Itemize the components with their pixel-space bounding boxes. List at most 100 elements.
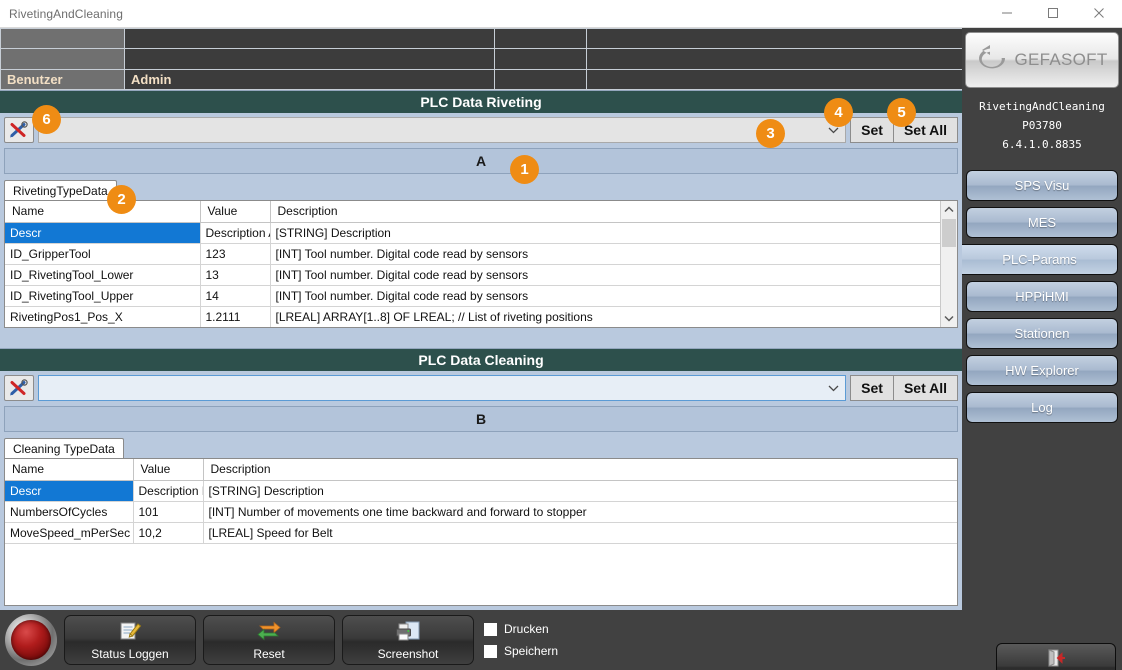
column-header-description[interactable]: Description: [203, 459, 957, 481]
speichern-checkbox-row[interactable]: Speichern: [484, 644, 558, 658]
info-cell: [0, 27, 125, 50]
column-header-value[interactable]: Value: [133, 459, 204, 481]
tools-wrench-screwdriver-icon[interactable]: [4, 117, 34, 143]
riveting-set-button[interactable]: Set: [850, 117, 893, 143]
table-row[interactable]: ID_RivetingTool_Upper 14 [INT] Tool numb…: [5, 285, 940, 307]
table-row[interactable]: MoveSpeed_mPerSec 10,2 [LREAL] Speed for…: [5, 522, 957, 544]
cleaning-control-row: Set Set All: [4, 374, 958, 402]
cell-name: ID_RivetingTool_Lower: [5, 264, 201, 286]
app-version-block: RivetingAndCleaning P03780 6.4.1.0.8835: [962, 97, 1122, 154]
work-area: Benutzer Admin PLC Data Riveting Set Set…: [0, 27, 963, 610]
logout-button[interactable]: Abmelden: [996, 643, 1116, 670]
cell-value[interactable]: 14: [200, 285, 271, 307]
cell-description: [STRING] Description: [203, 480, 957, 502]
riveting-panel-title: PLC Data Riveting: [0, 90, 962, 113]
status-loggen-button[interactable]: Status Loggen: [64, 615, 196, 665]
riveting-control-row: Set Set All: [4, 116, 958, 144]
info-cell: [586, 48, 963, 70]
column-header-value[interactable]: Value: [200, 201, 271, 223]
sidebar-item-hppihmi[interactable]: HPPiHMI: [966, 281, 1118, 312]
table-row[interactable]: NumbersOfCycles 101 [INT] Number of move…: [5, 501, 957, 523]
cell-value[interactable]: 10,2: [133, 522, 204, 544]
sidebar-item-log[interactable]: Log: [966, 392, 1118, 423]
emergency-stop-indicator[interactable]: [5, 614, 57, 666]
info-cell: [494, 68, 587, 91]
logout-door-arrow-icon: [1043, 648, 1069, 670]
tools-wrench-screwdriver-icon[interactable]: [4, 375, 34, 401]
speichern-checkbox[interactable]: [484, 644, 497, 658]
riveting-tabstrip: RivetingTypeData: [4, 180, 958, 200]
cell-name: Descr: [5, 222, 201, 244]
cell-value[interactable]: Description B: [133, 480, 204, 502]
title-bar: RivetingAndCleaning: [0, 0, 1122, 28]
tab-riveting-type-data[interactable]: RivetingTypeData: [4, 180, 117, 200]
cleaning-set-all-button[interactable]: Set All: [892, 375, 958, 401]
gefasoft-circular-arrow-icon: [976, 43, 1010, 78]
user-label: Benutzer: [0, 68, 125, 91]
sidebar-item-sps-visu[interactable]: SPS Visu: [966, 170, 1118, 201]
info-cell: [586, 68, 963, 91]
cell-description: [LREAL] Speed for Belt: [203, 522, 957, 544]
cleaning-select[interactable]: [38, 375, 847, 401]
cell-name: ID_GripperTool: [5, 243, 201, 265]
cleaning-type-indicator: B: [4, 406, 958, 432]
cell-description: [INT] Tool number. Digital code read by …: [270, 243, 940, 265]
cell-value[interactable]: Description A: [200, 222, 271, 244]
table-row[interactable]: ID_RivetingTool_Lower 13 [INT] Tool numb…: [5, 264, 940, 286]
cell-description: [STRING] Description: [270, 222, 940, 244]
column-header-name[interactable]: Name: [5, 459, 134, 481]
drucken-checkbox[interactable]: [484, 622, 497, 636]
close-icon[interactable]: [1076, 0, 1122, 27]
screenshot-label: Screenshot: [377, 646, 439, 661]
table-row[interactable]: RivetingPos1_Pos_X 1.2111 [LREAL] ARRAY[…: [5, 306, 940, 327]
riveting-grid-scrollbar[interactable]: [940, 201, 957, 327]
bottom-checkbox-group: Drucken Speichern: [484, 622, 558, 658]
riveting-select[interactable]: [38, 117, 847, 143]
column-header-name[interactable]: Name: [5, 201, 201, 223]
cell-value[interactable]: 123: [200, 243, 271, 265]
refresh-arrows-icon: [256, 620, 282, 645]
riveting-panel: PLC Data Riveting Set Set All A Riveting…: [0, 90, 962, 328]
cell-description: [INT] Tool number. Digital code read by …: [270, 264, 940, 286]
reset-button[interactable]: Reset: [203, 615, 335, 665]
info-cell: [586, 27, 963, 50]
cell-value[interactable]: 13: [200, 264, 271, 286]
table-row[interactable]: ID_GripperTool 123 [INT] Tool number. Di…: [5, 243, 940, 265]
cleaning-set-button[interactable]: Set: [850, 375, 893, 401]
table-row[interactable]: Descr Description A [STRING] Description: [5, 222, 940, 244]
minimize-icon[interactable]: [984, 0, 1030, 27]
table-row[interactable]: Descr Description B [STRING] Description: [5, 480, 957, 502]
screenshot-button[interactable]: Screenshot: [342, 615, 474, 665]
cleaning-tabstrip: Cleaning TypeData: [4, 438, 958, 458]
scroll-down-icon[interactable]: [941, 310, 957, 327]
annotation-badge-2: 2: [107, 185, 136, 214]
bottom-toolbar: Status Loggen Reset Screenshot Drucken S…: [0, 610, 962, 670]
sidebar-item-mes[interactable]: MES: [966, 207, 1118, 238]
annotation-badge-6: 6: [32, 105, 61, 134]
notepad-pencil-icon: [117, 620, 143, 645]
status-loggen-label: Status Loggen: [91, 646, 169, 661]
drucken-checkbox-row[interactable]: Drucken: [484, 622, 558, 636]
riveting-panel-body: Set Set All A RivetingTypeData Name Valu…: [0, 113, 962, 328]
maximize-icon[interactable]: [1030, 0, 1076, 27]
cell-value[interactable]: 1.2111: [200, 306, 271, 327]
cleaning-grid: Name Value Description Descr Description…: [4, 458, 958, 606]
cleaning-grid-body: Name Value Description Descr Description…: [5, 459, 957, 544]
sidebar-item-stationen[interactable]: Stationen: [966, 318, 1118, 349]
sidebar-item-hw-explorer[interactable]: HW Explorer: [966, 355, 1118, 386]
column-header-description[interactable]: Description: [270, 201, 940, 223]
table-header-row: Name Value Description: [5, 459, 957, 481]
gefasoft-logo-text: GEFASOFT: [1014, 50, 1108, 69]
table-row: [0, 48, 963, 70]
sidebar-item-plc-params[interactable]: PLC-Params: [962, 244, 1118, 275]
cell-name: ID_RivetingTool_Upper: [5, 285, 201, 307]
project-id: P03780: [1022, 119, 1062, 132]
cell-description: [LREAL] ARRAY[1..8] OF LREAL; // List of…: [270, 306, 940, 327]
printer-folder-icon: [394, 620, 422, 645]
table-row: [0, 27, 963, 50]
app-name: RivetingAndCleaning: [979, 100, 1105, 113]
tab-cleaning-type-data[interactable]: Cleaning TypeData: [4, 438, 124, 458]
scroll-up-icon[interactable]: [941, 201, 957, 218]
scrollbar-thumb[interactable]: [942, 219, 956, 247]
cell-value[interactable]: 101: [133, 501, 204, 523]
